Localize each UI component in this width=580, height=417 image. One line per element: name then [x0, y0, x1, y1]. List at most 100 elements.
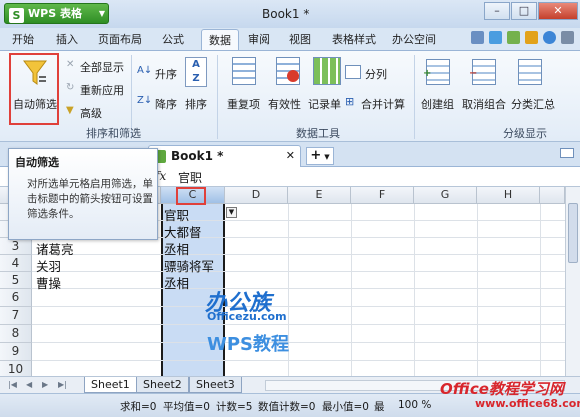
close-button[interactable]: ✕ [538, 2, 578, 20]
tab-insert[interactable]: 插入 [56, 31, 78, 47]
column-header-g[interactable]: G [414, 187, 477, 204]
scrollbar-thumb[interactable] [568, 203, 578, 263]
skin-icon[interactable] [489, 31, 502, 44]
column-header-d[interactable]: D [225, 187, 288, 204]
close-tab-icon[interactable]: ✕ [286, 149, 295, 162]
advanced-filter-button[interactable]: 高级 [80, 105, 102, 121]
column-header-h[interactable]: H [477, 187, 540, 204]
tooltip-title: 自动筛选 [15, 156, 59, 169]
row-header-10[interactable]: 10 [0, 361, 32, 376]
group-label-sort-filter: 排序和筛选 [86, 127, 141, 140]
maximize-button[interactable]: □ [511, 2, 537, 20]
duplicates-icon [232, 57, 256, 85]
grid-line [414, 204, 415, 376]
tab-view[interactable]: 视图 [289, 31, 311, 47]
create-group-icon: + [423, 59, 450, 85]
row-header-8[interactable]: 8 [0, 325, 32, 343]
sheet-tab-3[interactable]: Sheet3 [189, 377, 242, 393]
document-tab[interactable]: Book1 * ✕ [148, 145, 301, 167]
tab-formulas[interactable]: 公式 [162, 31, 184, 47]
sheet-tab-2[interactable]: Sheet2 [136, 377, 189, 393]
group-label-data-tools: 数据工具 [296, 127, 340, 140]
wps-logo-icon: S [9, 8, 24, 23]
grid-line [32, 288, 565, 289]
cell-c5[interactable]: 丞相 [164, 273, 189, 292]
new-tab-button[interactable]: + ▼ [306, 147, 334, 165]
subtotal-button[interactable]: 分类汇总 [511, 96, 555, 112]
row-header-5[interactable]: 5 [0, 272, 32, 289]
consolidate-button[interactable]: 合并计算 [361, 96, 405, 112]
prev-sheet-icon[interactable]: ◀ [26, 380, 32, 389]
column-header-i[interactable] [540, 187, 565, 204]
duplicates-button[interactable]: 重复项 [227, 96, 260, 112]
reapply-icon: ↻ [66, 82, 75, 93]
ribbon-tabs: 开始 插入 页面布局 公式 数据 审阅 视图 表格样式 办公空间 [0, 28, 580, 50]
reapply-button[interactable]: 重新应用 [80, 82, 124, 98]
grid-line [32, 271, 565, 272]
watermark-wps: WPS教程 [207, 334, 290, 355]
validity-icon [276, 57, 300, 85]
last-sheet-icon[interactable]: ▶| [58, 380, 67, 389]
status-sum: 求和=0 [120, 401, 157, 413]
ribbon-separator [414, 55, 415, 139]
tab-list-icon[interactable] [560, 148, 574, 158]
tooltip-body: 对所选单元格启用筛选，单击标题中的箭头按钮可设置筛选条件。 [27, 178, 153, 220]
app-menu-button[interactable]: S WPS 表格 ▼ [4, 3, 109, 24]
tab-review[interactable]: 审阅 [248, 31, 270, 47]
autofilter-button[interactable]: 自动筛选 [13, 96, 57, 112]
row-header-7[interactable]: 7 [0, 307, 32, 325]
filter-funnel-icon [23, 60, 47, 85]
ungroup-button[interactable]: 取消组合 [462, 96, 506, 112]
grid-line [351, 204, 352, 376]
create-group-button[interactable]: 创建组 [421, 96, 454, 112]
document-tab-label: Book1 * [171, 149, 224, 163]
show-all-icon: ✕ [66, 59, 75, 70]
collapse-ribbon-icon[interactable] [471, 31, 484, 44]
column-c-highlight [176, 187, 206, 205]
next-sheet-icon[interactable]: ▶ [42, 380, 48, 389]
vertical-scrollbar[interactable] [565, 187, 580, 376]
window-title: Book1 * [262, 7, 310, 21]
grid-line [32, 254, 565, 255]
advanced-filter-icon: ▼ [66, 105, 74, 116]
autofilter-tooltip: 自动筛选 对所选单元格启用筛选，单击标题中的箭头按钮可设置筛选条件。 [8, 148, 158, 240]
row-header-9[interactable]: 9 [0, 343, 32, 361]
sort-asc-icon: A↓ [137, 65, 153, 76]
feedback-icon[interactable] [525, 31, 538, 44]
sort-desc-button[interactable]: 降序 [155, 96, 177, 112]
chevron-down-icon: ▼ [98, 9, 105, 18]
row-header-3[interactable]: 3 [0, 238, 32, 255]
filter-dropdown-button[interactable]: ▼ [226, 207, 237, 218]
record-form-button[interactable]: 记录单 [308, 96, 341, 112]
tab-page-layout[interactable]: 页面布局 [98, 31, 142, 47]
column-header-e[interactable]: E [288, 187, 351, 204]
cell-a5[interactable]: 曹操 [36, 273, 61, 292]
sort-button[interactable]: 排序 [185, 96, 207, 112]
validity-button[interactable]: 有效性 [268, 96, 301, 112]
tab-home[interactable]: 开始 [12, 31, 34, 47]
row-header-4[interactable]: 4 [0, 255, 32, 272]
tab-data[interactable]: 数据 [201, 29, 239, 50]
status-zoom[interactable]: 100 % [398, 399, 431, 411]
row-header-6[interactable]: 6 [0, 289, 32, 307]
formula-input[interactable]: 官职 [178, 169, 202, 186]
tab-table-style[interactable]: 表格样式 [332, 31, 376, 47]
status-min: 最小值=0 [322, 401, 369, 413]
more-icon[interactable] [561, 31, 574, 44]
status-average: 平均值=0 [163, 401, 210, 413]
sheet-tab-1[interactable]: Sheet1 [84, 377, 137, 393]
grid-line [477, 204, 478, 376]
leaf-icon[interactable] [507, 31, 520, 44]
sort-asc-button[interactable]: 升序 [155, 66, 177, 82]
show-all-button[interactable]: 全部显示 [80, 59, 124, 75]
first-sheet-icon[interactable]: |◀ [8, 380, 17, 389]
consolidate-icon: ⊞ [345, 95, 355, 108]
column-header-f[interactable]: F [351, 187, 414, 204]
stop-icon [287, 70, 299, 82]
minimize-button[interactable]: – [484, 2, 510, 20]
subtotal-icon [518, 59, 542, 85]
help-icon[interactable] [543, 31, 556, 44]
tab-office-space[interactable]: 办公空间 [392, 31, 436, 47]
split-columns-button[interactable]: 分列 [365, 66, 387, 82]
grid-line [540, 204, 541, 376]
